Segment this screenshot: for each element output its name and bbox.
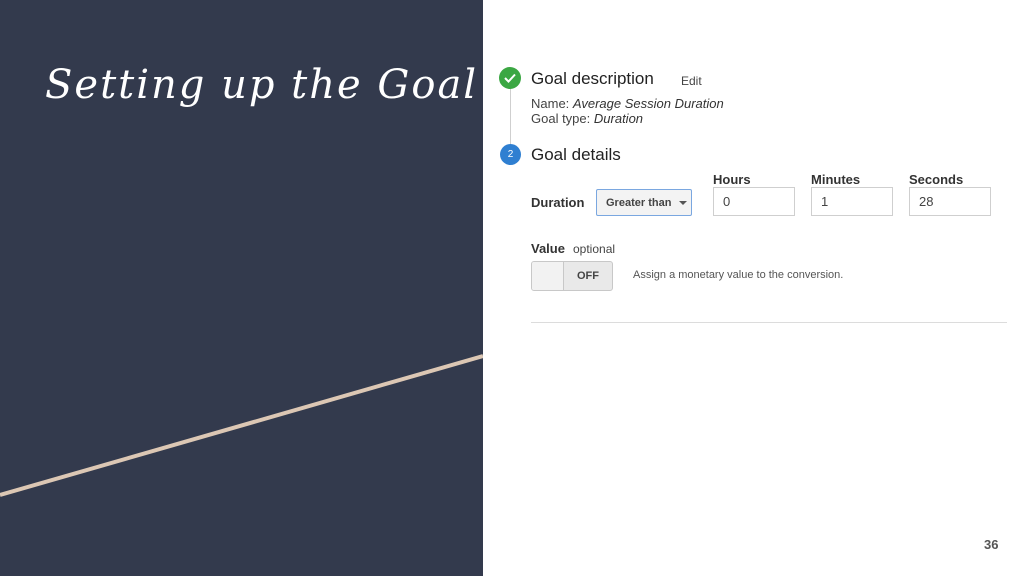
hours-input[interactable]: 0 xyxy=(713,187,795,216)
value-toggle[interactable]: OFF xyxy=(531,261,613,291)
hours-label: Hours xyxy=(713,172,751,187)
goal-type-line: Goal type: Duration xyxy=(531,111,643,126)
goal-name-label: Name: xyxy=(531,96,570,111)
chevron-down-icon xyxy=(679,200,688,205)
seconds-label: Seconds xyxy=(909,172,964,187)
section-divider xyxy=(531,322,1007,323)
edit-goal-description-link[interactable]: Edit xyxy=(681,74,702,88)
goal-type-value: Duration xyxy=(593,111,644,126)
value-label: Value xyxy=(531,241,565,256)
seconds-input[interactable]: 28 xyxy=(909,187,991,216)
comparison-selected-value: Greater than xyxy=(606,196,672,209)
assign-value-description: Assign a monetary value to the conversio… xyxy=(633,269,844,281)
step-complete-check-icon xyxy=(499,67,521,89)
duration-comparison-select[interactable]: Greater than xyxy=(596,189,692,216)
step-connector-line xyxy=(510,88,511,146)
minutes-label: Minutes xyxy=(811,172,861,187)
goal-details-heading: Goal details xyxy=(531,145,621,164)
goal-description-heading: Goal description xyxy=(531,69,654,88)
goal-type-label: Goal type: xyxy=(531,111,591,126)
optional-label: optional xyxy=(573,242,616,256)
goal-name-value: Average Session Duration xyxy=(572,96,724,111)
title-panel: Setting up the Goal xyxy=(0,0,483,576)
duration-label: Duration xyxy=(531,195,585,210)
step-number-badge: 2 xyxy=(500,144,521,165)
toggle-knob xyxy=(532,262,564,290)
page-number: 36 xyxy=(984,537,999,552)
minutes-input[interactable]: 1 xyxy=(811,187,893,216)
toggle-state-label: OFF xyxy=(577,270,599,282)
slide-title: Setting up the Goal xyxy=(45,62,479,108)
goal-name-line: Name: Average Session Duration xyxy=(531,96,724,111)
